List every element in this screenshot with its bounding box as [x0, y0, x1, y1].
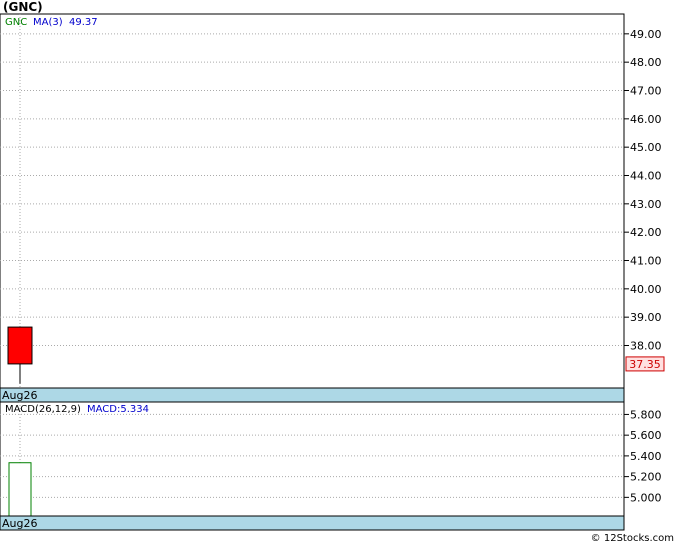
price-tick-label: 43.00 — [630, 198, 662, 211]
price-tick-label: 42.00 — [630, 226, 662, 239]
price-tick-label: 40.00 — [630, 283, 662, 296]
price-x-label: Aug26 — [2, 389, 37, 402]
price-tick-label: 47.00 — [630, 85, 662, 98]
legend-ma-value: 49.37 — [69, 17, 98, 28]
legend-ma-label: MA(3) — [33, 17, 63, 28]
macd-plot-area — [0, 401, 625, 517]
price-x-axis-band — [0, 387, 625, 403]
last-price-marker: 37.35 — [625, 356, 665, 372]
price-tick-label: 41.00 — [630, 255, 662, 268]
price-tick-label: 46.00 — [630, 113, 662, 126]
macd-panel: 5.800 5.600 5.400 5.200 5.000 MACD(26,12,9) … — [0, 401, 662, 531]
price-tick-label: 49.00 — [630, 28, 662, 41]
macd-x-label: Aug26 — [2, 517, 37, 530]
price-plot-area — [0, 13, 625, 389]
macd-tick-label: 5.000 — [630, 491, 662, 504]
last-price-label: 37.35 — [629, 358, 661, 371]
copyright-notice: © 12Stocks.com — [590, 533, 674, 544]
price-panel: 49.00 48.00 47.00 46.00 45.00 44.00 43.00 42.00… — [0, 13, 665, 403]
price-y-axis: 49.00 48.00 47.00 46.00 45.00 44.00 43.00 42.00… — [624, 28, 662, 353]
price-tick-label: 45.00 — [630, 141, 662, 154]
macd-tick-label: 5.200 — [630, 471, 662, 484]
macd-legend-value: MACD:5.334 — [87, 404, 149, 415]
macd-tick-label: 5.600 — [630, 429, 662, 442]
stock-chart: 49.00 48.00 47.00 46.00 45.00 44.00 43.00 42.00… — [0, 13, 665, 531]
legend-symbol: GNC — [5, 17, 27, 28]
macd-x-axis-band — [0, 515, 625, 531]
macd-tick-label: 5.400 — [630, 450, 662, 463]
macd-legend: MACD(26,12,9) MACD:5.334 — [5, 404, 149, 415]
macd-legend-label: MACD(26,12,9) — [5, 404, 81, 415]
price-tick-label: 44.00 — [630, 170, 662, 183]
price-tick-label: 39.00 — [630, 311, 662, 324]
price-legend: GNC MA(3) 49.37 — [5, 17, 98, 28]
candle-body — [7, 326, 33, 365]
macd-bar — [8, 462, 32, 517]
macd-tick-label: 5.800 — [630, 408, 662, 421]
price-tick-label: 38.00 — [630, 340, 662, 353]
macd-bars — [8, 462, 32, 517]
macd-y-axis: 5.800 5.600 5.400 5.200 5.000 — [624, 408, 662, 504]
price-tick-label: 48.00 — [630, 56, 662, 69]
